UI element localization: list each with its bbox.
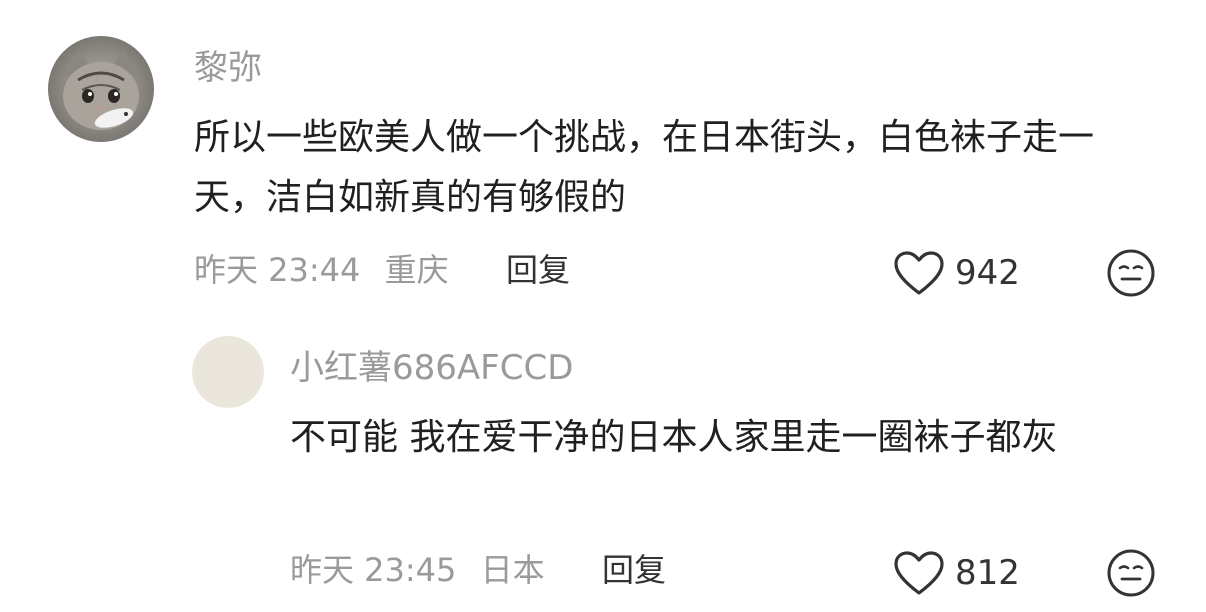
- neutral-face-icon: [1107, 549, 1155, 597]
- reply-button[interactable]: 回复: [506, 250, 570, 290]
- default-avatar-icon: [192, 336, 264, 408]
- like-count: 942: [955, 253, 1020, 293]
- comment-username[interactable]: 小红薯686AFCCD: [290, 348, 573, 388]
- comment-text: 所以一些欧美人做一个挑战，在日本街头，白色袜子走一天，洁白如新真的有够假的: [194, 117, 1095, 218]
- reaction-button[interactable]: [1106, 548, 1156, 598]
- comment-meta: 昨天 23:44 重庆: [194, 250, 463, 290]
- comment-location: 日本: [480, 551, 545, 589]
- comment-meta: 昨天 23:45 日本: [290, 550, 559, 590]
- comment-username[interactable]: 黎弥: [194, 48, 262, 88]
- like-count: 812: [955, 553, 1020, 593]
- comment-time: 昨天 23:45: [290, 551, 457, 589]
- comment-location: 重庆: [384, 251, 449, 289]
- like-button[interactable]: 942: [893, 250, 1020, 296]
- heart-outline-icon: [894, 251, 944, 295]
- user-avatar[interactable]: [48, 36, 154, 142]
- reply-comment-item: 小红薯686AFCCD 不可能 我在爱干净的日本人家里走一圈袜子都灰 昨天 23…: [0, 300, 1206, 612]
- like-button[interactable]: 812: [893, 550, 1020, 596]
- reaction-button[interactable]: [1106, 248, 1156, 298]
- comment-item: 黎弥 所以一些欧美人做一个挑战，在日本街头，白色袜子走一天，洁白如新真的有够假的…: [0, 0, 1206, 300]
- cat-avatar-icon: [48, 36, 154, 142]
- heart-outline-icon: [894, 551, 944, 595]
- neutral-face-icon: [1107, 249, 1155, 297]
- user-avatar[interactable]: [192, 336, 264, 408]
- reply-button[interactable]: 回复: [602, 550, 666, 590]
- comment-text: 不可能 我在爱干净的日本人家里走一圈袜子都灰: [290, 417, 1058, 458]
- comment-time: 昨天 23:44: [194, 251, 361, 289]
